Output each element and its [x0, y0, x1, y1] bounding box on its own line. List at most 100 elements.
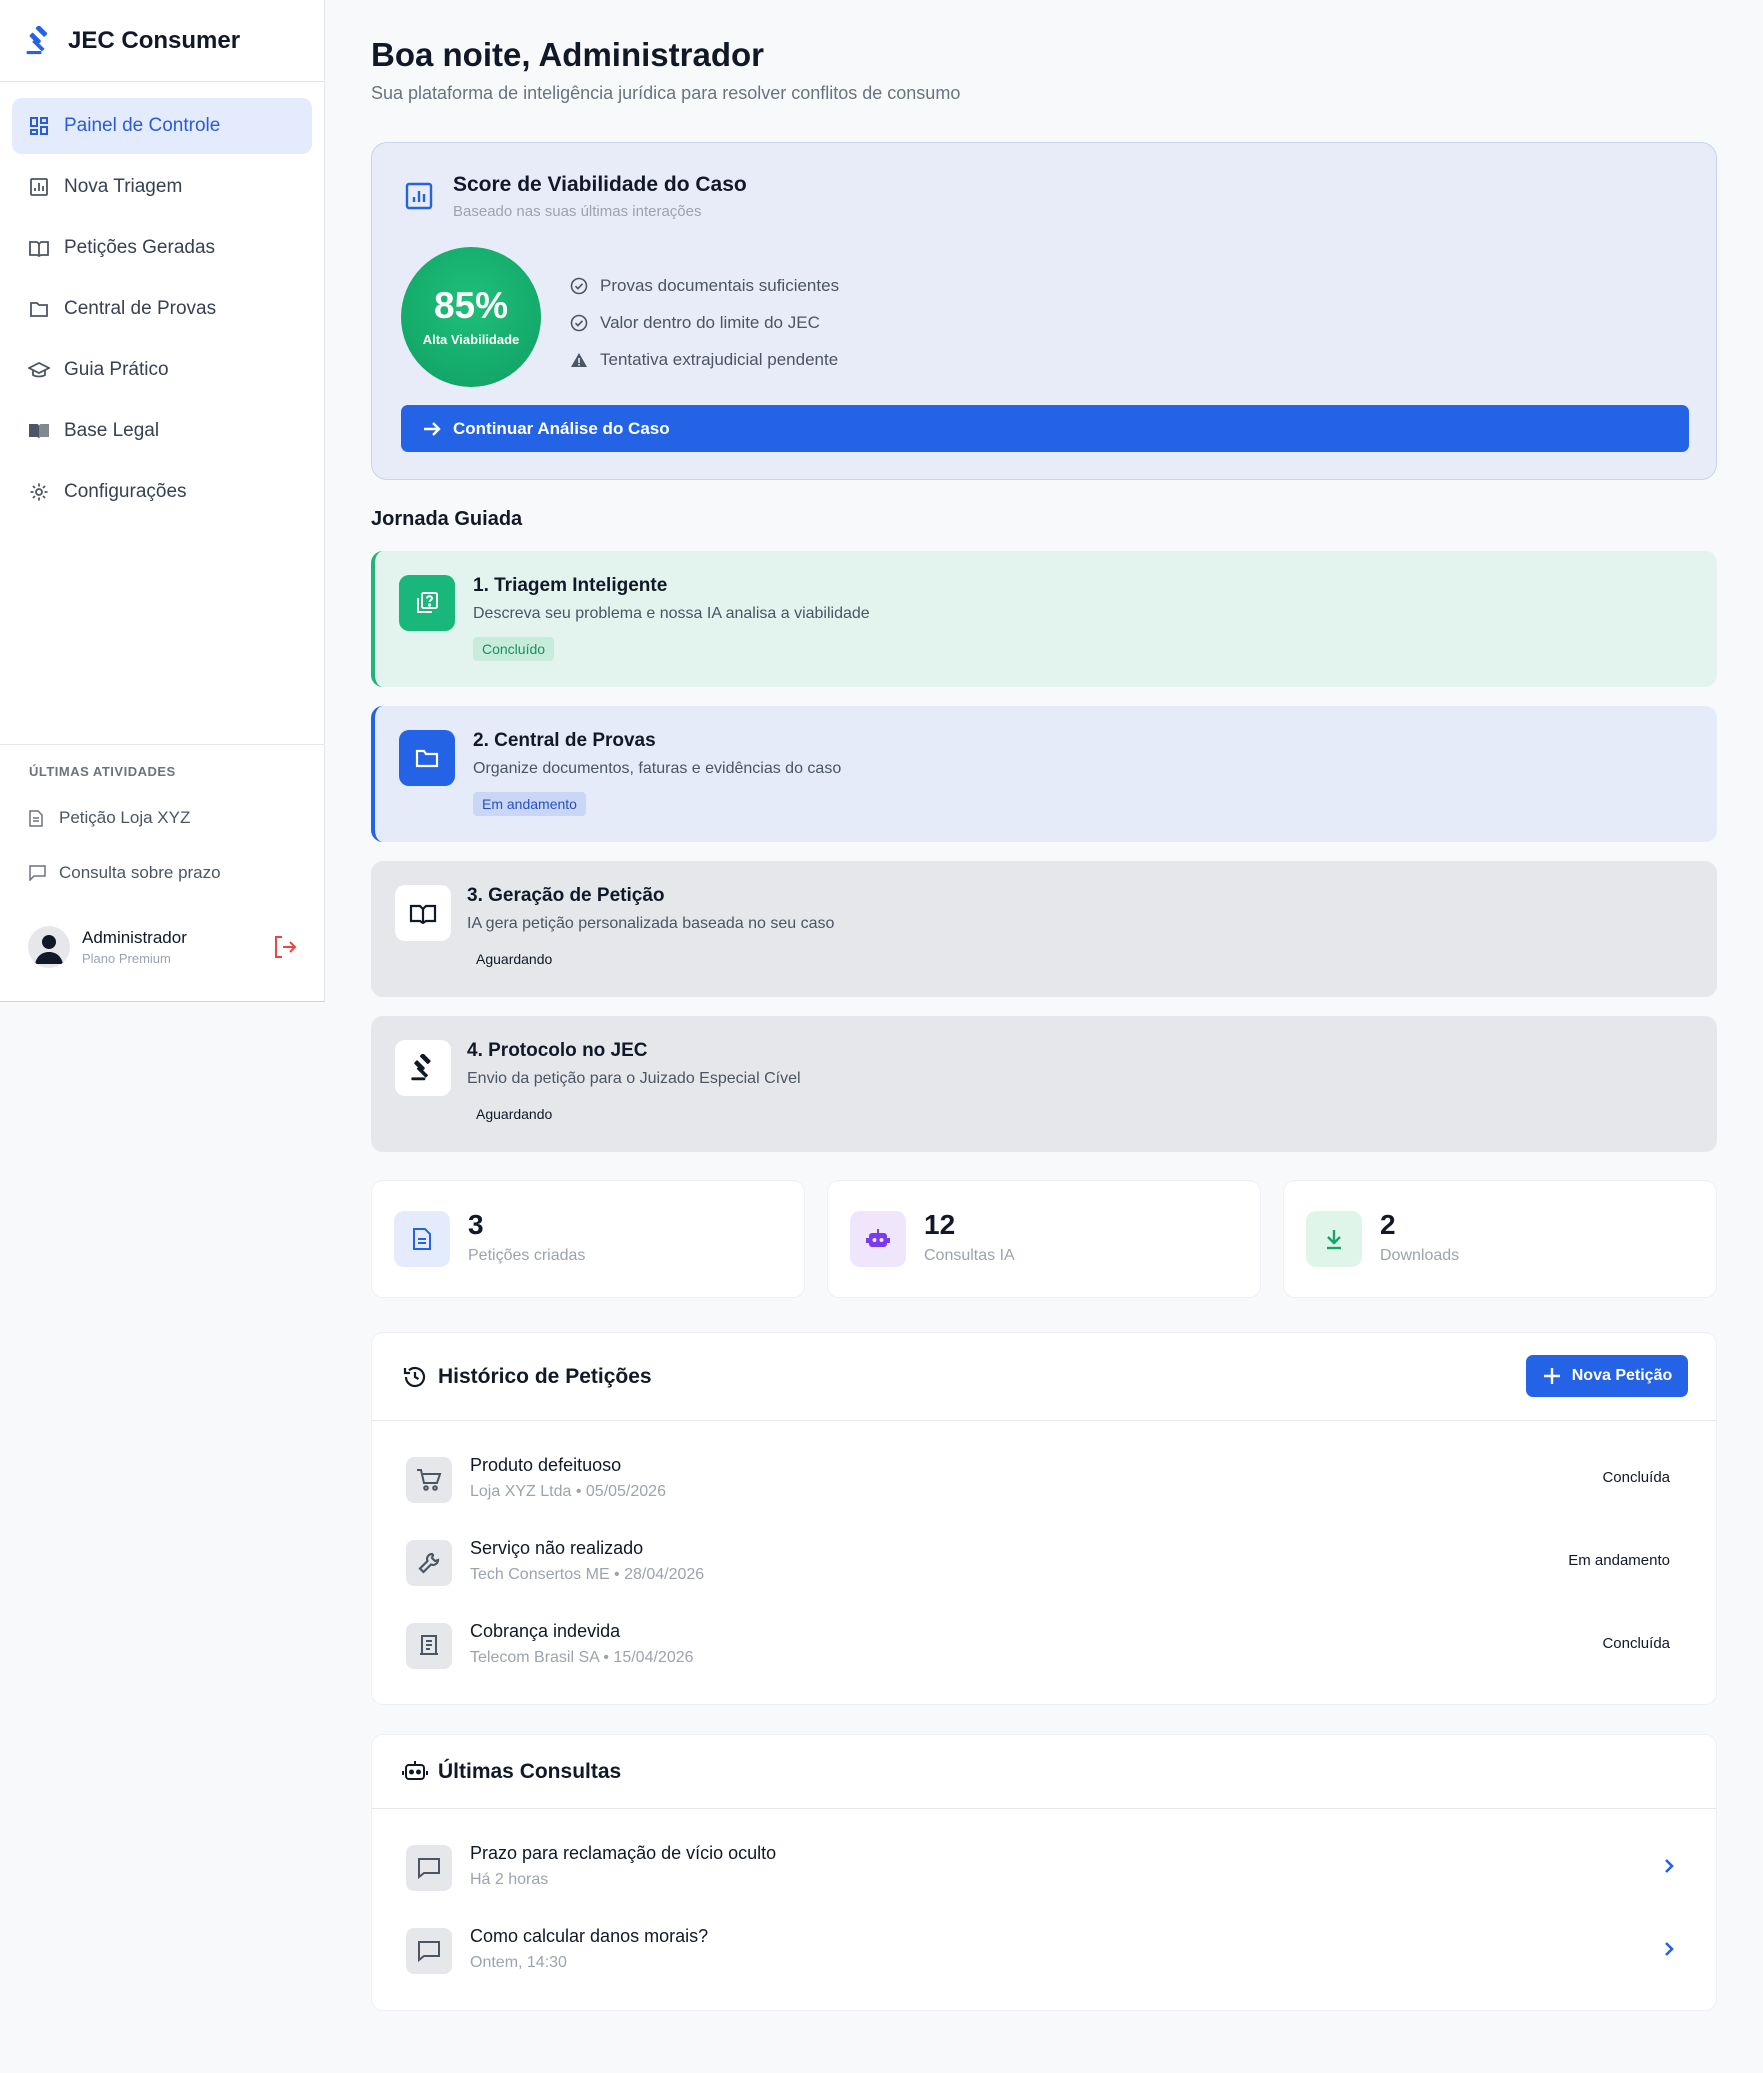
status-badge: Em andamento — [473, 792, 586, 816]
page-title: Boa noite, Administrador — [371, 36, 764, 73]
panel-title: Últimas Consultas — [438, 1759, 622, 1783]
gavel-icon — [395, 1040, 451, 1096]
book-open-icon — [28, 420, 50, 442]
graduation-cap-icon — [28, 359, 50, 381]
check-item: Valor dentro do limite do JEC — [570, 304, 839, 341]
stat-value: 12 — [924, 1209, 956, 1240]
dashboard-icon — [28, 115, 50, 137]
sidebar-item-label: Guia Prático — [64, 359, 169, 380]
score-title: Score de Viabilidade do Caso — [453, 173, 747, 196]
sidebar-item-label: Painel de Controle — [64, 115, 221, 136]
score-label: Alta Viabilidade — [422, 332, 520, 347]
sidebar-item-provas[interactable]: Central de Provas — [12, 281, 312, 337]
status-badge: Aguardando — [476, 951, 553, 967]
row-status: Em andamento — [1568, 1552, 1670, 1569]
row-title: Como calcular danos morais? — [470, 1926, 709, 1946]
chat-icon — [406, 1928, 452, 1974]
wrench-icon — [406, 1540, 452, 1586]
recent-item[interactable]: Consulta sobre prazo — [29, 863, 221, 883]
user-plan: Plano Premium — [82, 951, 171, 966]
brand[interactable]: JEC Consumer — [0, 0, 324, 82]
check-item-text: Provas documentais suficientes — [600, 275, 840, 295]
journey-step-peticao[interactable]: 3. Geração de Petição IA gera petição pe… — [371, 861, 1717, 997]
chevron-right-icon[interactable] — [1658, 1938, 1680, 1960]
chart-icon — [28, 176, 50, 198]
table-row[interactable]: Produto defeituoso Loja XYZ Ltda • 05/05… — [372, 1445, 1718, 1515]
row-subtitle: Telecom Brasil SA • 15/04/2026 — [470, 1649, 694, 1666]
stat-card-downloads: 2 Downloads — [1283, 1180, 1717, 1298]
folder-icon — [28, 298, 50, 320]
sidebar-item-config[interactable]: Configurações — [12, 464, 312, 520]
row-status: Concluída — [1602, 1469, 1670, 1486]
stat-label: Downloads — [1380, 1247, 1460, 1264]
score-card: Score de Viabilidade do Caso Baseado nas… — [371, 142, 1717, 480]
sidebar-item-painel[interactable]: Painel de Controle — [12, 98, 312, 154]
new-button-label: Nova Petição — [1571, 1367, 1673, 1384]
receipt-icon — [406, 1623, 452, 1669]
row-subtitle: Loja XYZ Ltda • 05/05/2026 — [470, 1483, 666, 1500]
score-value: 85% — [433, 285, 509, 326]
journey-step-triagem[interactable]: 1. Triagem Inteligente Descreva seu prob… — [371, 551, 1717, 687]
step-desc: Envio da petição para o Juizado Especial… — [467, 1070, 801, 1087]
sidebar-item-guia[interactable]: Guia Prático — [12, 342, 312, 398]
table-row[interactable]: Serviço não realizado Tech Consertos ME … — [372, 1528, 1718, 1598]
check-item-text: Tentativa extrajudicial pendente — [600, 349, 839, 369]
gavel-icon — [24, 24, 54, 56]
step-title: 2. Central de Provas — [473, 730, 656, 751]
new-petition-button[interactable]: Nova Petição — [1526, 1355, 1688, 1397]
gear-icon — [28, 481, 50, 503]
avatar — [28, 926, 70, 968]
chart-icon — [404, 181, 434, 211]
journey-step-provas[interactable]: 2. Central de Provas Organize documentos… — [371, 706, 1717, 842]
recent-item-label: Petição Loja XYZ — [59, 808, 191, 827]
stat-card-peticoes: 3 Petições criadas — [371, 1180, 805, 1298]
journey-step-protocolo[interactable]: 4. Protocolo no JEC Envio da petição par… — [371, 1016, 1717, 1152]
stat-label: Petições criadas — [468, 1247, 586, 1264]
sidebar: JEC Consumer Painel de Controle Nova Tri… — [0, 0, 325, 1002]
table-row[interactable]: Cobrança indevida Telecom Brasil SA • 15… — [372, 1611, 1718, 1681]
brand-name: JEC Consumer — [68, 26, 241, 54]
row-title: Prazo para reclamação de vício oculto — [470, 1843, 777, 1863]
score-subtitle: Baseado nas suas últimas interações — [453, 203, 702, 220]
triage-icon — [399, 575, 455, 631]
sidebar-item-peticoes[interactable]: Petições Geradas — [12, 220, 312, 276]
status-badge: Concluído — [473, 637, 555, 661]
journey-title: Jornada Guiada — [371, 508, 523, 530]
step-title: 4. Protocolo no JEC — [467, 1040, 648, 1061]
recent-consults-panel: Últimas Consultas Prazo para reclamação … — [371, 1734, 1717, 2011]
document-icon — [394, 1211, 450, 1267]
list-item[interactable]: Como calcular danos morais? Ontem, 14:30 — [372, 1916, 1718, 1986]
plus-icon — [1542, 1366, 1562, 1386]
sidebar-item-base-legal[interactable]: Base Legal — [12, 403, 312, 459]
stat-value: 3 — [468, 1209, 484, 1240]
user-name: Administrador — [82, 928, 187, 947]
panel-header: Últimas Consultas — [372, 1735, 1716, 1809]
step-desc: Descreva seu problema e nossa IA analisa… — [473, 605, 870, 622]
sidebar-item-label: Configurações — [64, 481, 187, 502]
step-title: 3. Geração de Petição — [467, 885, 665, 906]
step-desc: IA gera petição personalizada baseada no… — [467, 915, 835, 932]
sidebar-item-label: Petições Geradas — [64, 237, 216, 258]
stat-value: 2 — [1380, 1209, 1396, 1240]
chevron-right-icon[interactable] — [1658, 1855, 1680, 1877]
arrow-right-icon — [421, 418, 443, 440]
continue-analysis-button[interactable]: Continuar Análise do Caso — [401, 405, 1689, 452]
check-circle-icon — [570, 276, 590, 296]
sidebar-item-triagem[interactable]: Nova Triagem — [12, 159, 312, 215]
row-status: Concluída — [1602, 1635, 1670, 1652]
download-icon — [1306, 1211, 1362, 1267]
list-item[interactable]: Prazo para reclamação de vício oculto Há… — [372, 1833, 1718, 1903]
sidebar-item-label: Nova Triagem — [64, 176, 183, 197]
row-subtitle: Há 2 horas — [470, 1871, 549, 1888]
recent-item-label: Consulta sobre prazo — [59, 863, 221, 882]
chat-icon — [406, 1845, 452, 1891]
sidebar-item-label: Central de Provas — [64, 298, 217, 319]
folder-icon — [399, 730, 455, 786]
stat-card-consultas: 12 Consultas IA — [827, 1180, 1261, 1298]
user-profile[interactable]: Administrador Plano Premium — [28, 926, 298, 968]
check-item-text: Valor dentro do limite do JEC — [600, 312, 820, 332]
recent-item[interactable]: Petição Loja XYZ — [29, 808, 190, 828]
cta-label: Continuar Análise do Caso — [453, 418, 670, 438]
step-title: 1. Triagem Inteligente — [473, 575, 668, 596]
logout-icon[interactable] — [272, 934, 298, 960]
